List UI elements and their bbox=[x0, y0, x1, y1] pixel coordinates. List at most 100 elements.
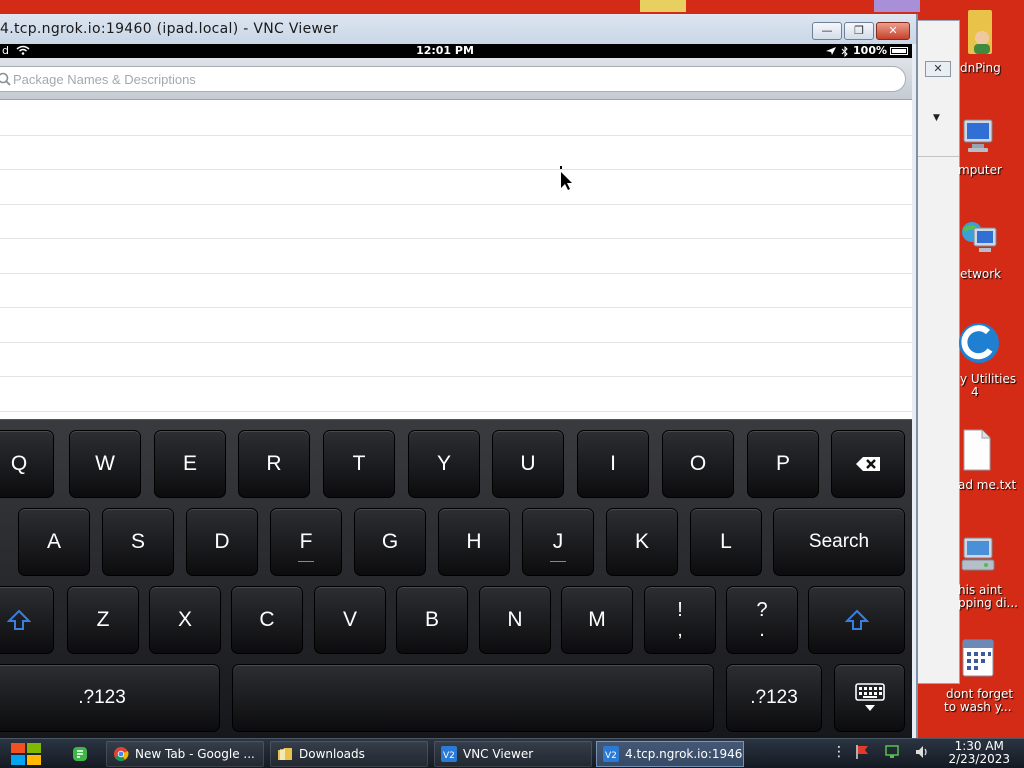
key-label-stack: ? . bbox=[756, 600, 767, 640]
more-icon[interactable]: ⋮ bbox=[832, 744, 846, 760]
list-item[interactable] bbox=[0, 204, 912, 239]
remote-ipad-screen[interactable]: d 12:01 PM 100% Package Names & Descript… bbox=[0, 44, 912, 738]
list-item[interactable] bbox=[0, 273, 912, 308]
taskbar-downloads[interactable]: Downloads bbox=[270, 741, 428, 767]
key-r[interactable]: R bbox=[238, 430, 310, 498]
vnc-icon: V2 bbox=[603, 746, 619, 762]
key-x[interactable]: X bbox=[149, 586, 221, 654]
desktop-icon-reminder[interactable]: dont forget to wash y... bbox=[938, 636, 1018, 716]
taskbar-item-label: 4.tcp.ngrok.io:1946... bbox=[625, 747, 744, 761]
backspace-key[interactable] bbox=[831, 430, 905, 498]
close-button[interactable]: ✕ bbox=[876, 22, 910, 40]
maximize-button[interactable]: ❐ bbox=[844, 22, 874, 40]
search-key[interactable]: Search bbox=[773, 508, 905, 576]
window-controls: — ❐ ✕ bbox=[810, 22, 910, 40]
key-o[interactable]: O bbox=[662, 430, 734, 498]
list-item[interactable] bbox=[0, 101, 912, 136]
numbers-key-left[interactable]: .?123 bbox=[0, 664, 220, 732]
key-d[interactable]: D bbox=[186, 508, 258, 576]
shift-key-left[interactable] bbox=[0, 586, 54, 654]
taskbar-clock[interactable]: 1:30 AM 2/23/2023 bbox=[948, 740, 1010, 766]
minimize-icon: — bbox=[821, 24, 833, 37]
windows-start-icon[interactable] bbox=[10, 742, 42, 766]
key-w[interactable]: W bbox=[69, 430, 141, 498]
volume-icon[interactable] bbox=[914, 744, 930, 760]
key-f[interactable]: F bbox=[270, 508, 342, 576]
key-question-period[interactable]: ? . bbox=[726, 586, 798, 654]
flag-icon[interactable] bbox=[854, 744, 870, 760]
desktop-icon-installer[interactable]: his aint pping di... bbox=[944, 532, 1024, 610]
list-item[interactable] bbox=[0, 239, 912, 274]
list-item[interactable] bbox=[0, 135, 912, 170]
network-icon bbox=[962, 222, 997, 252]
minimize-button[interactable]: — bbox=[812, 22, 842, 40]
key-y[interactable]: Y bbox=[408, 430, 480, 498]
network-status-icon[interactable] bbox=[884, 744, 900, 760]
list-item[interactable] bbox=[0, 342, 912, 377]
desktop-icon-readme[interactable]: ad me.txt bbox=[944, 428, 1024, 494]
list-item[interactable] bbox=[0, 377, 912, 412]
close-icon: ✕ bbox=[888, 24, 898, 37]
folder-icon bbox=[278, 748, 292, 760]
search-input[interactable] bbox=[13, 70, 873, 88]
vnc-icon: V2 bbox=[441, 746, 457, 762]
background-window-strip bbox=[874, 0, 920, 12]
status-time: 12:01 PM bbox=[416, 44, 474, 57]
taskbar-chrome[interactable]: New Tab - Google ... bbox=[106, 741, 264, 767]
shift-key-right[interactable] bbox=[808, 586, 905, 654]
installer-icon bbox=[961, 537, 995, 571]
key-m[interactable]: M bbox=[561, 586, 633, 654]
shift-icon bbox=[844, 609, 869, 630]
desktop-icon-network[interactable]: etwork bbox=[944, 218, 1024, 284]
chrome-icon bbox=[114, 747, 129, 761]
desktop-icon-label-line2: 4 bbox=[971, 385, 979, 399]
desktop-icon-computer[interactable]: mputer bbox=[944, 118, 1024, 180]
key-k[interactable]: K bbox=[606, 508, 678, 576]
numbers-key-right[interactable]: .?123 bbox=[726, 664, 822, 732]
calendar-icon bbox=[962, 639, 994, 677]
hide-keyboard-key[interactable] bbox=[834, 664, 905, 732]
chevron-down-icon[interactable]: ▼ bbox=[933, 113, 940, 123]
key-a[interactable]: A bbox=[18, 508, 90, 576]
battery-percent: 100% bbox=[853, 44, 887, 57]
taskbar-vnc-session[interactable]: V2 4.tcp.ngrok.io:1946... bbox=[596, 741, 744, 767]
clock-date: 2/23/2023 bbox=[948, 752, 1010, 766]
key-exclaim-comma[interactable]: ! , bbox=[644, 586, 716, 654]
space-bar[interactable] bbox=[232, 664, 714, 732]
list-item[interactable] bbox=[0, 170, 912, 205]
desktop-icon-label-line2: to wash y... bbox=[944, 700, 1012, 714]
desktop-icon-dnping[interactable]: dnPing bbox=[944, 4, 1024, 76]
key-e[interactable]: E bbox=[154, 430, 226, 498]
key-p[interactable]: P bbox=[747, 430, 819, 498]
key-g[interactable]: G bbox=[354, 508, 426, 576]
key-q[interactable]: Q bbox=[0, 430, 54, 498]
key-v[interactable]: V bbox=[314, 586, 386, 654]
computer-icon bbox=[963, 119, 993, 152]
key-z[interactable]: Z bbox=[67, 586, 139, 654]
list-item[interactable] bbox=[0, 308, 912, 343]
key-c[interactable]: C bbox=[231, 586, 303, 654]
key-t[interactable]: T bbox=[323, 430, 395, 498]
home-row-marker bbox=[550, 561, 566, 562]
key-j[interactable]: J bbox=[522, 508, 594, 576]
desktop-icon-label: mputer bbox=[958, 163, 1002, 177]
desktop-icon-label: dnPing bbox=[960, 61, 1001, 75]
key-h[interactable]: H bbox=[438, 508, 510, 576]
key-label-bottom: . bbox=[759, 619, 765, 641]
key-u[interactable]: U bbox=[492, 430, 564, 498]
taskbar-greenshot[interactable] bbox=[66, 741, 102, 767]
key-label: J bbox=[552, 530, 564, 553]
taskbar-vnc-viewer[interactable]: V2 VNC Viewer bbox=[434, 741, 592, 767]
taskbar-item-label: New Tab - Google ... bbox=[135, 747, 255, 761]
search-field[interactable] bbox=[0, 66, 906, 92]
taskbar-item-label: Downloads bbox=[299, 747, 365, 761]
key-s[interactable]: S bbox=[102, 508, 174, 576]
key-b[interactable]: B bbox=[396, 586, 468, 654]
on-screen-keyboard: Q W E R T Y U I O P A S D F G H J K L Se… bbox=[0, 419, 912, 738]
key-n[interactable]: N bbox=[479, 586, 551, 654]
key-i[interactable]: I bbox=[577, 430, 649, 498]
window-title-bar[interactable]: 4.tcp.ngrok.io:19460 (ipad.local) - VNC … bbox=[0, 14, 916, 44]
svg-text:V2: V2 bbox=[605, 751, 617, 761]
key-l[interactable]: L bbox=[690, 508, 762, 576]
desktop-icon-utilities[interactable]: y Utilities 4 bbox=[944, 320, 1024, 400]
